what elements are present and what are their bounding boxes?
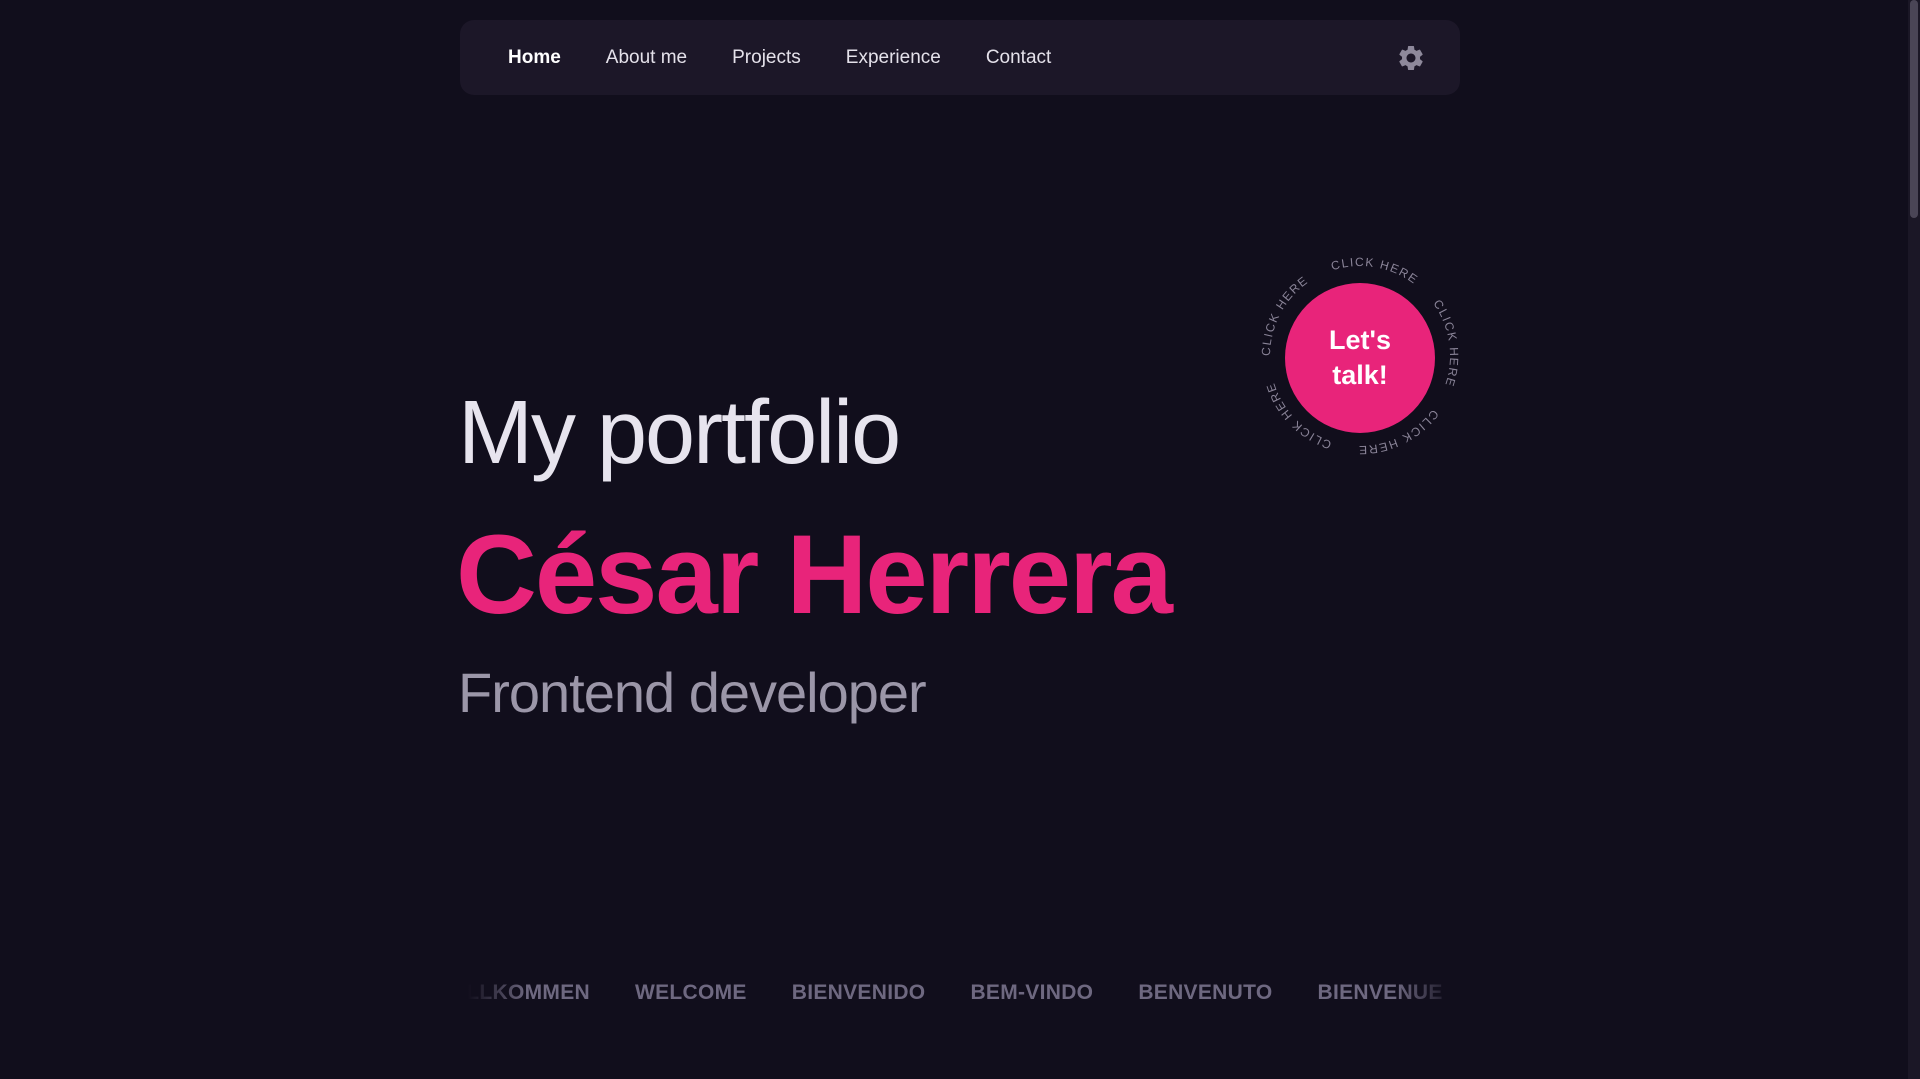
svg-text:CLICK HERE: CLICK HERE — [1430, 297, 1460, 389]
talk-label: Let's talk! — [1329, 325, 1391, 390]
hero-title: My portfolio — [458, 383, 901, 483]
marquee-item: BEM-VINDO — [970, 981, 1094, 1004]
marquee-item: BENVENUTO — [1138, 981, 1273, 1004]
marquee-item: BIENVENUE — [1317, 981, 1443, 1004]
nav-link-about[interactable]: About me — [606, 47, 687, 69]
ring-text-3: CLICK HERE — [1430, 297, 1459, 389]
lets-talk-button[interactable]: CLICK HERE CLICK HERE CLICK HERE CLICK H… — [1260, 256, 1460, 456]
nav-link-contact[interactable]: Contact — [986, 47, 1051, 69]
marquee-item: WILLKOMMEN — [468, 981, 590, 1004]
talk-circle[interactable]: Let's talk! — [1285, 283, 1435, 433]
ring-text-2: CLICK HERE — [1329, 256, 1419, 287]
marquee-item: BIENVENIDO — [791, 981, 926, 1004]
hero-role: Frontend developer — [458, 661, 927, 724]
marquee-track: WILLKOMMEN WELCOME BIENVENIDO BEM-VINDO … — [468, 981, 1456, 1005]
page: Home About me Projects Experience Contac… — [0, 0, 1920, 1079]
gear-icon[interactable] — [1396, 43, 1426, 73]
nav-link-projects[interactable]: Projects — [732, 47, 801, 69]
scrollbar-thumb[interactable] — [1910, 0, 1918, 218]
marquee-item: WELCOME — [634, 981, 747, 1004]
svg-text:CLICK HERE: CLICK HERE — [1329, 256, 1421, 287]
nav-link-home[interactable]: Home — [508, 47, 561, 69]
welcome-marquee: WILLKOMMEN WELCOME BIENVENIDO BEM-VINDO … — [468, 975, 1456, 1011]
main-nav: Home About me Projects Experience Contac… — [460, 20, 1460, 95]
hero-name: César Herrera — [456, 512, 1173, 637]
nav-link-experience[interactable]: Experience — [846, 47, 941, 69]
scrollbar[interactable] — [1908, 0, 1920, 1079]
